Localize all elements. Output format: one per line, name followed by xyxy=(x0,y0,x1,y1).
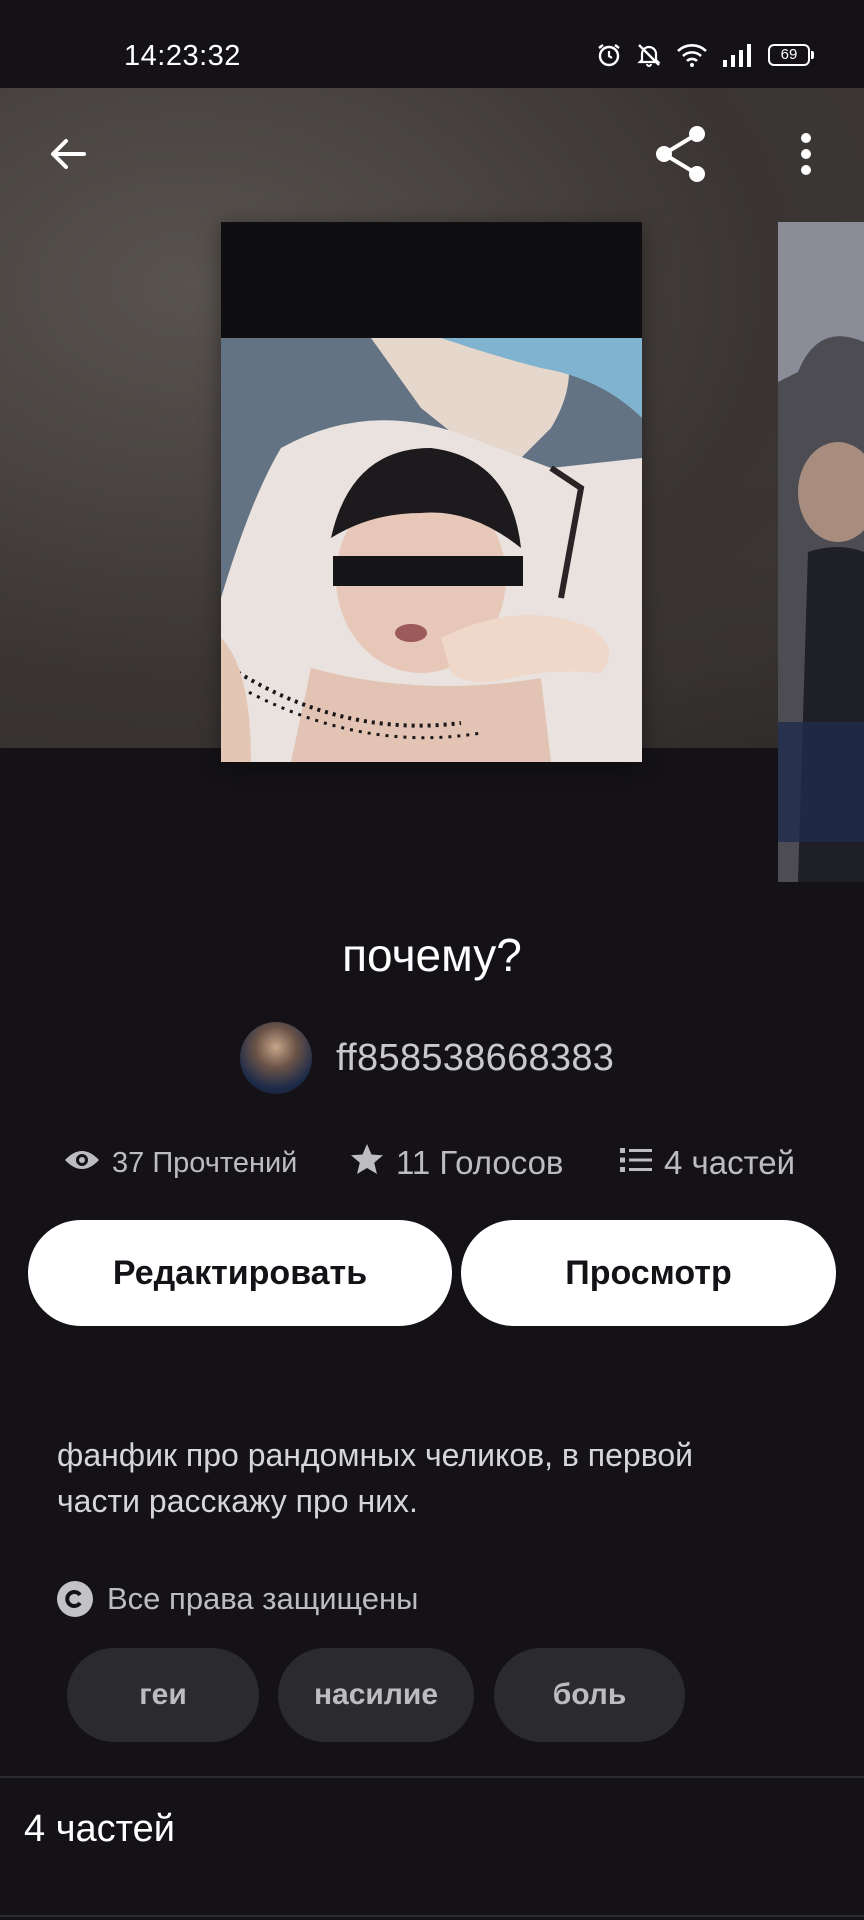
share-icon[interactable] xyxy=(641,114,721,194)
votes-label: 11 Голосов xyxy=(396,1144,564,1181)
section-divider xyxy=(0,1776,864,1778)
story-stats: 37 Прочтений 11 Голосов 4 частей xyxy=(0,1138,864,1188)
back-arrow-icon[interactable] xyxy=(28,114,108,194)
story-cover-image[interactable] xyxy=(221,222,642,762)
story-title: почему? xyxy=(342,929,522,981)
list-icon xyxy=(620,1144,652,1182)
author-avatar[interactable] xyxy=(240,1022,312,1094)
parts-section-heading[interactable]: 4 частей xyxy=(24,1808,175,1851)
top-toolbar xyxy=(0,88,864,222)
parts-label: 4 частей xyxy=(664,1144,796,1181)
reads-label: 37 Прочтений xyxy=(112,1146,298,1179)
view-button[interactable]: Просмотр xyxy=(461,1220,836,1326)
status-time: 14:23:32 xyxy=(124,40,241,72)
reads-stat: 37 Прочтений xyxy=(64,1138,297,1188)
next-story-cover[interactable] xyxy=(778,222,864,882)
cover-artwork xyxy=(221,338,642,762)
section-divider xyxy=(0,1915,864,1917)
battery-icon: 69 xyxy=(768,44,814,66)
tag-chip[interactable]: боль xyxy=(494,1648,685,1742)
edit-button[interactable]: Редактировать xyxy=(28,1220,452,1326)
copyright-label: Все права защищены xyxy=(107,1581,419,1616)
star-icon xyxy=(350,1143,384,1183)
status-icons: 69 xyxy=(596,42,814,68)
author-name[interactable]: ff858538668383 xyxy=(336,1037,614,1080)
parts-stat: 4 частей xyxy=(620,1138,795,1188)
copyright-row: Все права защищены xyxy=(57,1574,418,1624)
status-bar: 14:23:32 69 xyxy=(0,0,864,88)
tag-chip[interactable]: насилие xyxy=(278,1648,474,1742)
story-details-screen: 14:23:32 69 почему? ff858538668383 37 Пр… xyxy=(0,0,864,1920)
author-row[interactable]: ff858538668383 xyxy=(240,1022,614,1094)
signal-icon xyxy=(722,42,754,68)
wifi-icon xyxy=(676,42,708,68)
copyright-icon xyxy=(57,1581,93,1617)
votes-stat: 11 Голосов xyxy=(350,1138,563,1188)
tag-chip[interactable]: геи xyxy=(67,1648,259,1742)
eye-icon xyxy=(64,1147,100,1180)
bell-off-icon xyxy=(636,42,662,68)
more-vertical-icon[interactable] xyxy=(766,114,846,194)
story-description: фанфик про рандомных челиков, в первой ч… xyxy=(57,1437,694,1519)
alarm-icon xyxy=(596,42,622,68)
